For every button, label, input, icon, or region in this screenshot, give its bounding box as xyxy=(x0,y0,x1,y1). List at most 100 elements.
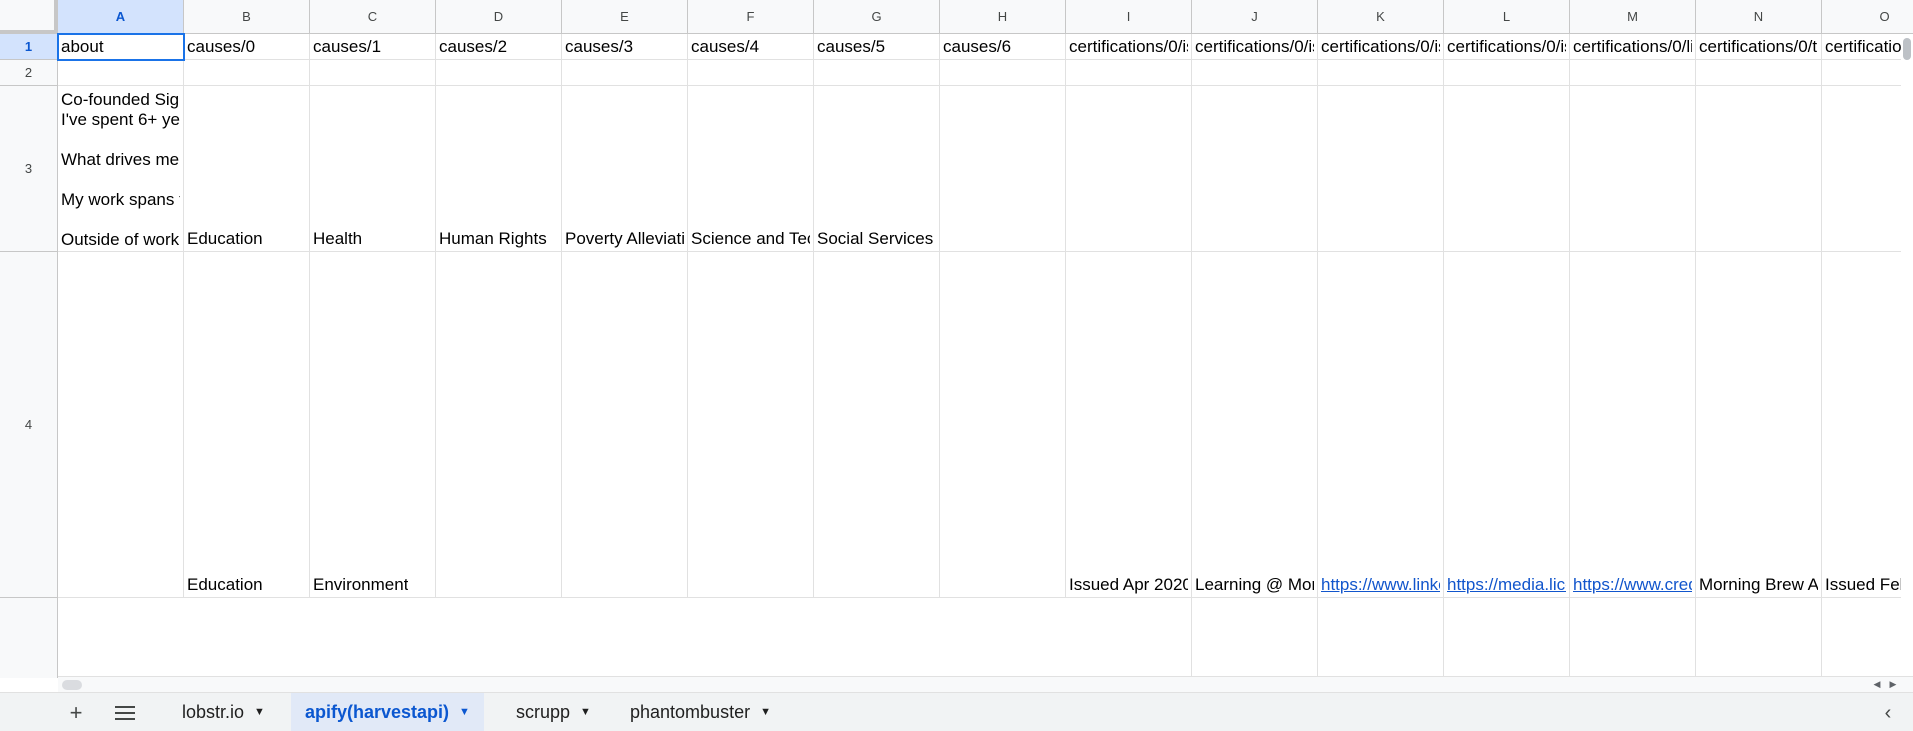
cell-f2[interactable] xyxy=(688,60,814,86)
cell-c1[interactable]: causes/1 xyxy=(310,34,436,60)
horizontal-scrollbar[interactable] xyxy=(58,676,1913,693)
cell-a2[interactable] xyxy=(58,60,184,86)
column-header-b[interactable]: B xyxy=(184,0,310,34)
cell-k4[interactable]: https://www.linke xyxy=(1318,252,1444,598)
vertical-scrollbar[interactable] xyxy=(1901,34,1913,676)
cell-o3[interactable] xyxy=(1822,86,1913,252)
cell-j1[interactable]: certifications/0/is xyxy=(1192,34,1318,60)
horizontal-scroll-thumb[interactable] xyxy=(62,680,82,690)
cell-g1[interactable]: causes/5 xyxy=(814,34,940,60)
column-header-c[interactable]: C xyxy=(310,0,436,34)
cell-h3[interactable] xyxy=(940,86,1066,252)
cell-c3[interactable]: Health xyxy=(310,86,436,252)
cell-b4[interactable]: Education xyxy=(184,252,310,598)
cell-n3[interactable] xyxy=(1696,86,1822,252)
sheet-tab-phantombuster[interactable]: phantombuster ▼ xyxy=(616,693,785,731)
cell-d2[interactable] xyxy=(436,60,562,86)
cell-j2[interactable] xyxy=(1192,60,1318,86)
cell-b3[interactable]: Education xyxy=(184,86,310,252)
cell-a3[interactable]: Co-founded Sign I've spent 6+ yea What d… xyxy=(58,86,184,252)
cell-o4[interactable]: Issued Feb xyxy=(1822,252,1913,598)
column-header-j[interactable]: J xyxy=(1192,0,1318,34)
column-header-m[interactable]: M xyxy=(1570,0,1696,34)
cell-k5[interactable] xyxy=(1318,598,1444,678)
cell-c4[interactable]: Environment xyxy=(310,252,436,598)
cell-i4[interactable]: Issued Apr 2020 xyxy=(1066,252,1192,598)
add-sheet-button[interactable]: + xyxy=(62,700,90,725)
cell-o5[interactable] xyxy=(1822,598,1913,678)
cell-m1[interactable]: certifications/0/li xyxy=(1570,34,1696,60)
cell-link[interactable]: https://www.linke xyxy=(1321,575,1440,595)
cell-g4[interactable] xyxy=(814,252,940,598)
cell-g2[interactable] xyxy=(814,60,940,86)
cell-j3[interactable] xyxy=(1192,86,1318,252)
column-header-a[interactable]: A xyxy=(58,0,184,34)
cell-h1[interactable]: causes/6 xyxy=(940,34,1066,60)
caret-down-icon[interactable]: ▼ xyxy=(459,706,470,718)
row-header-1[interactable]: 1 xyxy=(0,34,58,60)
cell-k1[interactable]: certifications/0/is xyxy=(1318,34,1444,60)
cell-e2[interactable] xyxy=(562,60,688,86)
cell-i5[interactable] xyxy=(1066,598,1192,678)
row-header-2[interactable]: 2 xyxy=(0,60,58,86)
cell-n1[interactable]: certifications/0/ti xyxy=(1696,34,1822,60)
column-header-h[interactable]: H xyxy=(940,0,1066,34)
cell-b2[interactable] xyxy=(184,60,310,86)
cell-k2[interactable] xyxy=(1318,60,1444,86)
column-header-f[interactable]: F xyxy=(688,0,814,34)
sheet-tab-scrupp[interactable]: scrupp ▼ xyxy=(502,693,605,731)
spreadsheet-grid[interactable]: A B C D E F G H I J K L M N O 1 2 3 4 ab… xyxy=(0,0,1913,680)
cell-m3[interactable] xyxy=(1570,86,1696,252)
cell-m5[interactable] xyxy=(1570,598,1696,678)
caret-down-icon[interactable]: ▼ xyxy=(760,706,771,718)
cell-o1[interactable]: certification xyxy=(1822,34,1913,60)
sheet-tab-apify[interactable]: apify(harvestapi) ▼ xyxy=(291,693,484,731)
cell-d1[interactable]: causes/2 xyxy=(436,34,562,60)
cell-i3[interactable] xyxy=(1066,86,1192,252)
cell-n4[interactable]: Morning Brew Ac xyxy=(1696,252,1822,598)
select-all-corner[interactable] xyxy=(0,0,58,34)
cell-n2[interactable] xyxy=(1696,60,1822,86)
cell-l5[interactable] xyxy=(1444,598,1570,678)
cell-l4[interactable]: https://media.lice xyxy=(1444,252,1570,598)
row-header-3[interactable]: 3 xyxy=(0,86,58,252)
cell-e1[interactable]: causes/3 xyxy=(562,34,688,60)
column-header-e[interactable]: E xyxy=(562,0,688,34)
cell-f1[interactable]: causes/4 xyxy=(688,34,814,60)
cell-o2[interactable] xyxy=(1822,60,1913,86)
cell-link[interactable]: https://media.lice xyxy=(1447,575,1566,595)
column-header-n[interactable]: N xyxy=(1696,0,1822,34)
cell-j4[interactable]: Learning @ Mor xyxy=(1192,252,1318,598)
cell-link[interactable]: https://www.cred xyxy=(1573,575,1692,595)
cell-h2[interactable] xyxy=(940,60,1066,86)
cell-i1[interactable]: certifications/0/is xyxy=(1066,34,1192,60)
row-header-4[interactable]: 4 xyxy=(0,252,58,598)
column-header-o[interactable]: O xyxy=(1822,0,1913,34)
cell-a4[interactable] xyxy=(58,252,184,598)
cell-c2[interactable] xyxy=(310,60,436,86)
collapse-sidebar-button[interactable]: ‹ xyxy=(1877,701,1899,725)
column-header-i[interactable]: I xyxy=(1066,0,1192,34)
cell-l2[interactable] xyxy=(1444,60,1570,86)
vertical-scroll-thumb[interactable] xyxy=(1903,38,1911,60)
cell-f3[interactable]: Science and Tec xyxy=(688,86,814,252)
sheet-tab-lobstr[interactable]: lobstr.io ▼ xyxy=(168,693,279,731)
cell-m2[interactable] xyxy=(1570,60,1696,86)
cell-g3[interactable]: Social Services xyxy=(814,86,940,252)
column-header-g[interactable]: G xyxy=(814,0,940,34)
cell-k3[interactable] xyxy=(1318,86,1444,252)
column-header-k[interactable]: K xyxy=(1318,0,1444,34)
scroll-right-arrow-icon[interactable]: ▶ xyxy=(1886,678,1900,690)
cell-n5[interactable] xyxy=(1696,598,1822,678)
cell-e4[interactable] xyxy=(562,252,688,598)
all-sheets-button[interactable] xyxy=(111,701,139,725)
cell-e3[interactable]: Poverty Alleviatio xyxy=(562,86,688,252)
cell-b1[interactable]: causes/0 xyxy=(184,34,310,60)
cell-a1[interactable]: about xyxy=(58,34,184,60)
cell-d3[interactable]: Human Rights xyxy=(436,86,562,252)
cell-d4[interactable] xyxy=(436,252,562,598)
caret-down-icon[interactable]: ▼ xyxy=(254,706,265,718)
cell-h4[interactable] xyxy=(940,252,1066,598)
cell-j5[interactable] xyxy=(1192,598,1318,678)
column-header-d[interactable]: D xyxy=(436,0,562,34)
